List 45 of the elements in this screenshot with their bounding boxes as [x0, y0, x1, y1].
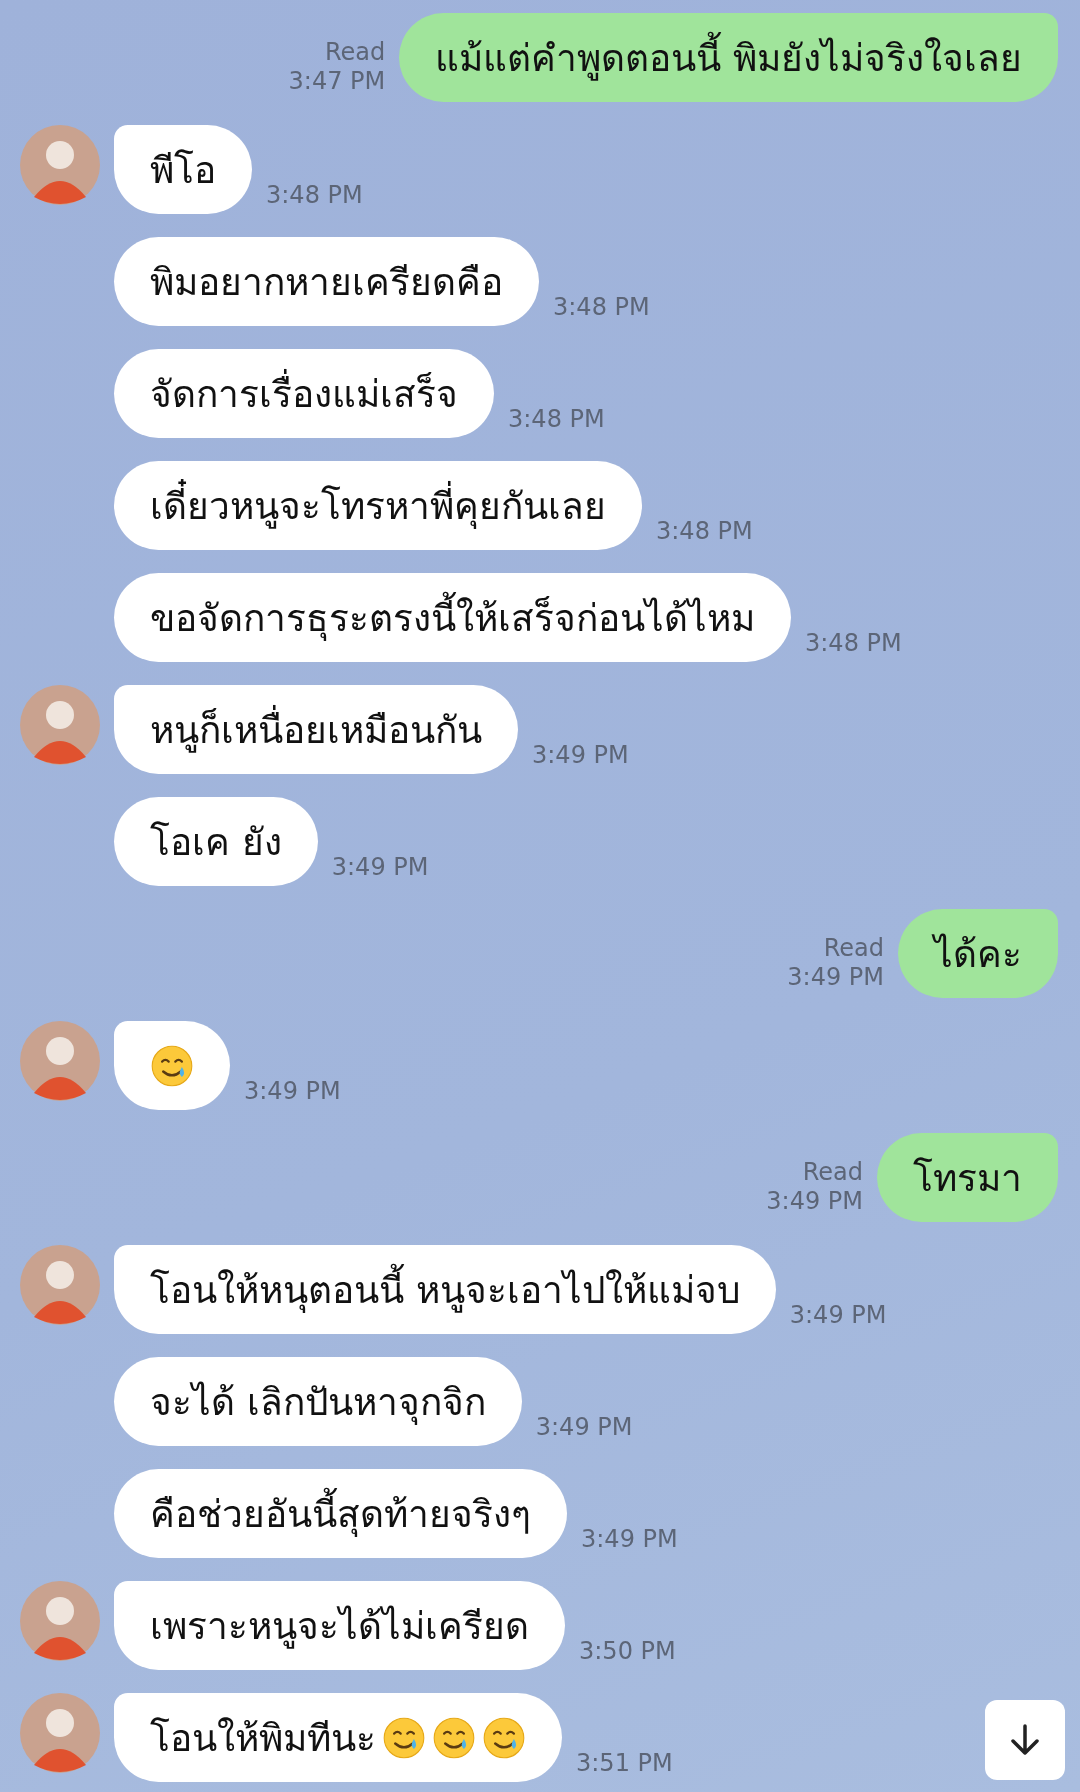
avatar[interactable] — [20, 125, 100, 205]
timestamp: 3:50 PM — [579, 1637, 676, 1668]
timestamp: 3:48 PM — [508, 405, 605, 436]
avatar[interactable] — [20, 685, 100, 765]
timestamp: 3:47 PM — [288, 67, 386, 96]
message-bubble: พีโอ — [114, 125, 252, 214]
timestamp: 3:49 PM — [789, 1301, 887, 1332]
read-status: Read — [324, 38, 386, 68]
timestamp: 3:49 PM — [787, 963, 884, 992]
message-bubble: เดี๋ยวหนูจะโทรหาพี่คุยกันเลย — [114, 461, 642, 550]
timestamp: 3:49 PM — [331, 853, 429, 884]
timestamp: 3:48 PM — [553, 293, 650, 324]
timestamp: 3:51 PM — [576, 1749, 673, 1780]
avatar[interactable] — [20, 1245, 100, 1325]
message-bubble: ได้คะ — [898, 909, 1058, 998]
message-bubble: โทรมา — [877, 1133, 1058, 1222]
read-status: Read — [823, 934, 884, 964]
timestamp: 3:48 PM — [266, 181, 363, 212]
timestamp: 3:49 PM — [581, 1525, 678, 1556]
smiling-face-with-tear-icon — [432, 1715, 476, 1760]
message-bubble: โอนให้พิมทีนะ — [114, 1693, 562, 1782]
message-bubble: แม้แต่คำพูดตอนนี้ พิมยังไม่จริงใจเลย — [399, 13, 1058, 102]
message-bubble: โอนให้หนุตอนนี้ หนูจะเอาไปให้แม่จบ — [114, 1245, 776, 1334]
message-bubble: พิมอยากหายเครียดคือ — [114, 237, 539, 326]
message-bubble: โอเค ยัง — [114, 797, 318, 886]
timestamp: 3:49 PM — [532, 741, 629, 772]
timestamp: 3:49 PM — [535, 1413, 633, 1444]
smiling-face-with-tear-icon — [150, 1043, 194, 1088]
message-bubble: คือช่วยอันนี้สุดท้ายจริงๆ — [114, 1469, 567, 1558]
message-bubble: หนูก็เหนื่อยเหมือนกัน — [114, 685, 518, 774]
timestamp: 3:48 PM — [656, 517, 753, 548]
timestamp: 3:49 PM — [766, 1187, 863, 1216]
avatar[interactable] — [20, 1581, 100, 1661]
smiling-face-with-tear-icon — [382, 1715, 426, 1760]
read-status: Read — [802, 1158, 863, 1188]
avatar[interactable] — [20, 1021, 100, 1101]
message-bubble: จะได้ เลิกปันหาจุกจิก — [114, 1357, 522, 1446]
message-bubble: จัดการเรื่องแม่เสร็จ — [114, 349, 494, 438]
avatar[interactable] — [20, 1693, 100, 1773]
timestamp: 3:49 PM — [244, 1077, 341, 1108]
message-bubble: เพราะหนูจะได้ไม่เครียด — [114, 1581, 565, 1670]
message-bubble: ขอจัดการธุระตรงนี้ให้เสร็จก่อนได้ไหม — [114, 573, 791, 662]
smiling-face-with-tear-icon — [482, 1715, 526, 1760]
scroll-down-button[interactable] — [985, 1700, 1065, 1780]
timestamp: 3:48 PM — [805, 629, 902, 660]
